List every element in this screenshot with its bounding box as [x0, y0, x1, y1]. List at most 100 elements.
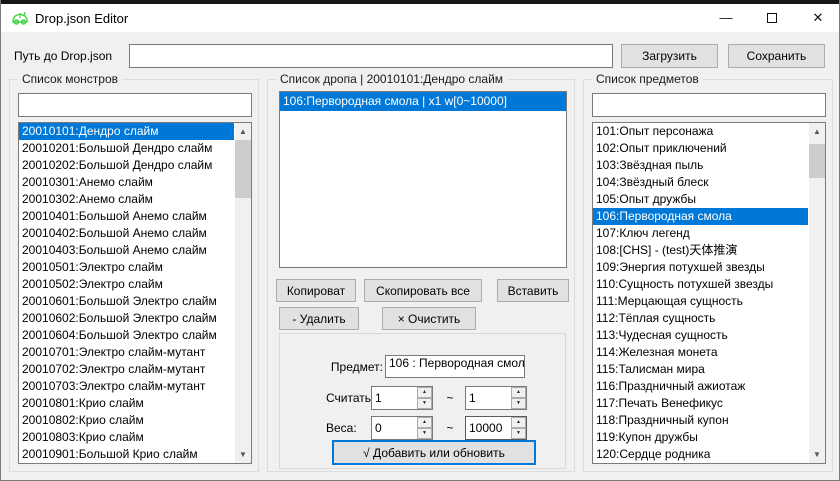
step-up-icon[interactable]: ▲ [511, 387, 526, 398]
scrollbar-thumb[interactable] [809, 144, 825, 178]
maximize-button[interactable] [749, 4, 795, 32]
list-item[interactable]: 20010701:Электро слайм-мутант [19, 344, 234, 361]
list-item[interactable]: 20010401:Большой Анемо слайм [19, 208, 234, 225]
list-item[interactable]: 20010501:Электро слайм [19, 259, 234, 276]
list-item[interactable]: 106:Первородная смола | x1 w[0~10000] [280, 92, 566, 111]
list-item[interactable]: 112:Тёплая сущность [593, 310, 808, 327]
app-icon [11, 10, 29, 26]
list-item[interactable]: 114:Железная монета [593, 344, 808, 361]
list-item[interactable]: 20010101:Дендро слайм [19, 123, 234, 140]
save-button[interactable]: Сохранить [728, 44, 825, 68]
scroll-up-icon[interactable]: ▲ [235, 123, 251, 140]
weight-max-value[interactable]: 10000 [466, 417, 511, 439]
monsters-groupbox: Список монстров 20010101:Дендро слайм200… [9, 79, 259, 472]
path-input[interactable] [129, 44, 613, 68]
list-item[interactable]: 20010602:Большой Электро слайм [19, 310, 234, 327]
list-item[interactable]: 118:Праздничный купон [593, 412, 808, 429]
items-list: 101:Опыт персонажа102:Опыт приключений10… [593, 123, 808, 463]
title-bar[interactable]: Drop.json Editor — ✕ [1, 4, 840, 32]
weight-range-tilde: ~ [440, 421, 460, 435]
drops-group-title: Список дропа | 20010101:Дендро слайм [276, 72, 507, 86]
list-item[interactable]: 109:Энергия потухшей звезды [593, 259, 808, 276]
window-title: Drop.json Editor [35, 11, 128, 26]
drop-edit-panel: Предмет: 106 : Первородная смола Считать… [279, 333, 566, 469]
monsters-group-title: Список монстров [18, 72, 122, 86]
weight-min-value[interactable]: 0 [372, 417, 417, 439]
list-item[interactable]: 111:Мерцающая сущность [593, 293, 808, 310]
list-item[interactable]: 105:Опыт дружбы [593, 191, 808, 208]
item-input[interactable]: 106 : Первородная смола [385, 355, 525, 378]
list-item[interactable]: 20010302:Анемо слайм [19, 191, 234, 208]
add-or-update-button[interactable]: √ Добавить или обновить [332, 440, 536, 465]
list-item[interactable]: 120:Сердце родника [593, 446, 808, 463]
step-down-icon[interactable]: ▼ [417, 398, 432, 409]
list-item[interactable]: 20010803:Крио слайм [19, 429, 234, 446]
list-item[interactable]: 117:Печать Венефикус [593, 395, 808, 412]
step-down-icon[interactable]: ▼ [417, 428, 432, 439]
items-filter-input[interactable] [592, 93, 826, 117]
list-item[interactable]: 106:Первородная смола [593, 208, 808, 225]
list-item[interactable]: 103:Звёздная пыль [593, 157, 808, 174]
count-max-stepper[interactable]: 1 ▲▼ [465, 386, 527, 410]
list-item[interactable]: 20010901:Большой Крио слайм [19, 446, 234, 463]
list-item[interactable]: 20010502:Электро слайм [19, 276, 234, 293]
list-item[interactable]: 20010202:Большой Дендро слайм [19, 157, 234, 174]
monsters-scrollbar[interactable]: ▲ ▼ [235, 123, 251, 463]
list-item[interactable]: 20010703:Электро слайм-мутант [19, 378, 234, 395]
delete-button[interactable]: - Удалить [279, 307, 359, 330]
weight-min-stepper[interactable]: 0 ▲▼ [371, 416, 433, 440]
load-button[interactable]: Загрузить [621, 44, 718, 68]
step-down-icon[interactable]: ▼ [511, 428, 526, 439]
scroll-down-icon[interactable]: ▼ [809, 446, 825, 463]
minimize-button[interactable]: — [703, 4, 749, 32]
step-up-icon[interactable]: ▲ [417, 387, 432, 398]
drops-listbox[interactable]: 106:Первородная смола | x1 w[0~10000] [279, 91, 567, 268]
app-window: Drop.json Editor — ✕ Путь до Drop.json З… [0, 0, 840, 481]
list-item[interactable]: 108:[CHS] - (test)天体推演 [593, 242, 808, 259]
list-item[interactable]: 107:Ключ легенд [593, 225, 808, 242]
clear-button[interactable]: × Очистить [382, 307, 476, 330]
copy-button[interactable]: Копироват [276, 279, 356, 302]
copy-all-button[interactable]: Скопировать все [364, 279, 482, 302]
list-item[interactable]: 115:Талисман мира [593, 361, 808, 378]
list-item[interactable]: 102:Опыт приключений [593, 140, 808, 157]
items-listbox[interactable]: 101:Опыт персонажа102:Опыт приключений10… [592, 122, 826, 464]
items-groupbox: Список предметов 101:Опыт персонажа102:О… [583, 79, 833, 472]
list-item[interactable]: 20010604:Большой Электро слайм [19, 327, 234, 344]
close-icon: ✕ [813, 10, 824, 25]
count-min-value[interactable]: 1 [372, 387, 417, 409]
scroll-up-icon[interactable]: ▲ [809, 123, 825, 140]
count-max-value[interactable]: 1 [466, 387, 511, 409]
count-min-stepper[interactable]: 1 ▲▼ [371, 386, 433, 410]
monsters-filter-input[interactable] [18, 93, 252, 117]
list-item[interactable]: 113:Чудесная сущность [593, 327, 808, 344]
list-item[interactable]: 116:Праздничный ажиотаж [593, 378, 808, 395]
step-up-icon[interactable]: ▲ [511, 417, 526, 428]
monsters-list: 20010101:Дендро слайм20010201:Большой Де… [19, 123, 234, 463]
list-item[interactable]: 119:Купон дружбы [593, 429, 808, 446]
list-item[interactable]: 20010301:Анемо слайм [19, 174, 234, 191]
list-item[interactable]: 104:Звёздный блеск [593, 174, 808, 191]
scroll-down-icon[interactable]: ▼ [235, 446, 251, 463]
step-up-icon[interactable]: ▲ [417, 417, 432, 428]
monsters-listbox[interactable]: 20010101:Дендро слайм20010201:Большой Де… [18, 122, 252, 464]
item-label: Предмет: [310, 360, 383, 374]
items-group-title: Список предметов [592, 72, 703, 86]
list-item[interactable]: 110:Сущность потухшей звезды [593, 276, 808, 293]
list-item[interactable]: 20010403:Большой Анемо слайм [19, 242, 234, 259]
paste-button[interactable]: Вставить [497, 279, 569, 302]
list-item[interactable]: 20010702:Электро слайм-мутант [19, 361, 234, 378]
list-item[interactable]: 20010402:Большой Анемо слайм [19, 225, 234, 242]
weight-max-stepper[interactable]: 10000 ▲▼ [465, 416, 527, 440]
count-label: Считать [326, 391, 371, 405]
scrollbar-thumb[interactable] [235, 140, 251, 198]
weight-label: Веса: [326, 421, 357, 435]
items-scrollbar[interactable]: ▲ ▼ [809, 123, 825, 463]
list-item[interactable]: 20010601:Большой Электро слайм [19, 293, 234, 310]
list-item[interactable]: 20010201:Большой Дендро слайм [19, 140, 234, 157]
step-down-icon[interactable]: ▼ [511, 398, 526, 409]
close-button[interactable]: ✕ [795, 4, 840, 32]
list-item[interactable]: 20010801:Крио слайм [19, 395, 234, 412]
list-item[interactable]: 101:Опыт персонажа [593, 123, 808, 140]
list-item[interactable]: 20010802:Крио слайм [19, 412, 234, 429]
